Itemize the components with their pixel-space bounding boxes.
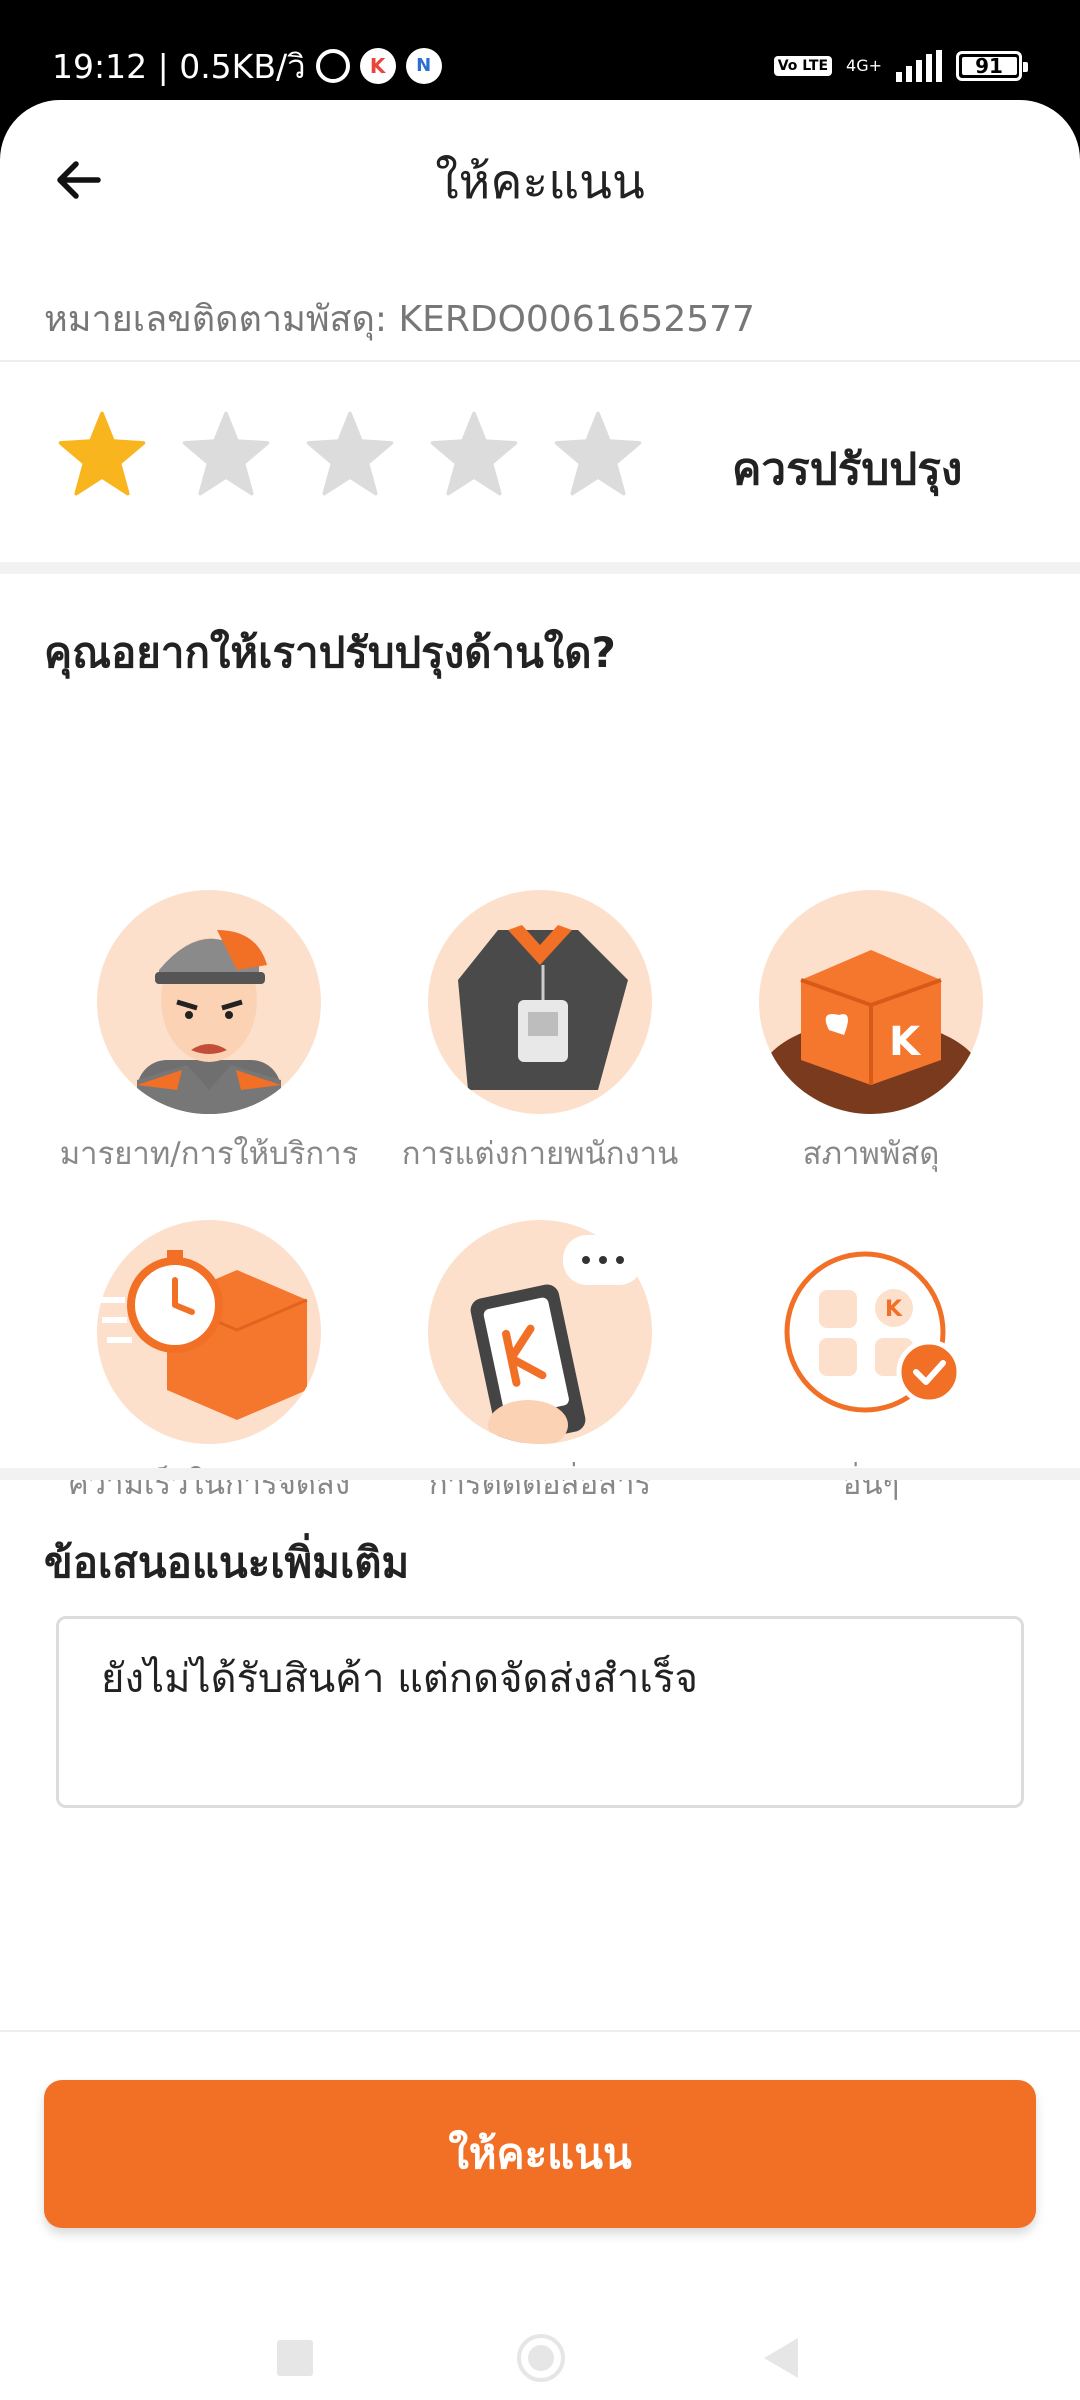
svg-text:K: K — [889, 1019, 922, 1065]
category-manners[interactable]: มารยาท/การให้บริการ — [44, 890, 374, 1178]
rating-page: ให้คะแนน หมายเลขติดตามพัสดุ: KERDO006165… — [0, 100, 1080, 2400]
battery-icon: 91 — [956, 51, 1028, 81]
category-label: ความเร็วในการจัดส่ง — [67, 1466, 351, 1502]
status-time: 19:12 | 0.5KB/วิ — [52, 46, 306, 86]
category-others[interactable]: K อื่นๆ — [706, 1220, 1036, 1508]
courier-avatar-icon — [97, 890, 321, 1114]
header: ให้คะแนน — [0, 100, 1080, 260]
system-back-button[interactable] — [764, 2338, 798, 2378]
signal-icon — [896, 50, 942, 82]
rating-row: ควรปรับปรุง — [0, 362, 1080, 562]
uniform-icon — [428, 890, 652, 1114]
damaged-box-icon: K — [759, 890, 983, 1114]
page-title: ให้คะแนน — [435, 154, 645, 210]
category-label: การติดต่อสื่อสาร — [428, 1466, 652, 1502]
system-nav-bar — [0, 2320, 1080, 2400]
suggestion-title: ข้อเสนอแนะเพิ่มเติม — [44, 1538, 410, 1587]
suggestion-input[interactable]: ยังไม่ได้รับสินค้า แต่กดจัดส่งสำเร็จ — [56, 1616, 1024, 1808]
network-type: 4G+ — [846, 56, 882, 75]
speed-box-icon — [97, 1220, 321, 1444]
svg-text:K: K — [885, 1297, 903, 1322]
tracking-number: หมายเลขติดตามพัสดุ: KERDO0061652577 — [44, 299, 755, 340]
star-rating — [56, 408, 644, 500]
rating-label: ควรปรับปรุง — [732, 444, 963, 495]
star-2-icon[interactable] — [180, 408, 272, 500]
battery-level: 91 — [975, 54, 1003, 78]
category-label: สภาพพัสดุ — [802, 1136, 940, 1172]
star-5-icon[interactable] — [552, 408, 644, 500]
category-uniform[interactable]: การแต่งกายพนักงาน — [375, 890, 705, 1178]
category-speed[interactable]: ความเร็วในการจัดส่ง — [44, 1220, 374, 1508]
kerry-notification-icon: K — [359, 48, 396, 84]
category-label: อื่นๆ — [842, 1466, 900, 1502]
category-label: มารยาท/การให้บริการ — [59, 1136, 359, 1172]
star-3-icon[interactable] — [304, 408, 396, 500]
home-button[interactable] — [517, 2334, 565, 2382]
alarm-icon — [315, 49, 350, 83]
status-right: Vo LTE 4G+ 91 — [773, 46, 1028, 86]
section-divider — [0, 1468, 1080, 1480]
recent-apps-button[interactable] — [277, 2340, 313, 2376]
category-communication[interactable]: การติดต่อสื่อสาร — [375, 1220, 705, 1508]
section-divider — [0, 562, 1080, 574]
star-4-icon[interactable] — [428, 408, 520, 500]
phone-chat-icon — [428, 1220, 652, 1444]
submit-rating-button[interactable]: ให้คะแนน — [44, 2080, 1036, 2228]
volte-icon: Vo LTE — [773, 56, 833, 76]
category-parcel[interactable]: K สภาพพัสดุ — [706, 890, 1036, 1178]
others-grid-icon: K — [759, 1220, 983, 1444]
star-1-icon[interactable] — [56, 408, 148, 500]
improve-title: คุณอยากให้เราปรับปรุงด้านใด? — [44, 628, 616, 677]
category-label: การแต่งกายพนักงาน — [401, 1136, 679, 1172]
status-left: 19:12 | 0.5KB/วิ K N — [52, 44, 442, 88]
footer-divider — [0, 2030, 1080, 2032]
app-notification-icon: N — [405, 48, 442, 84]
